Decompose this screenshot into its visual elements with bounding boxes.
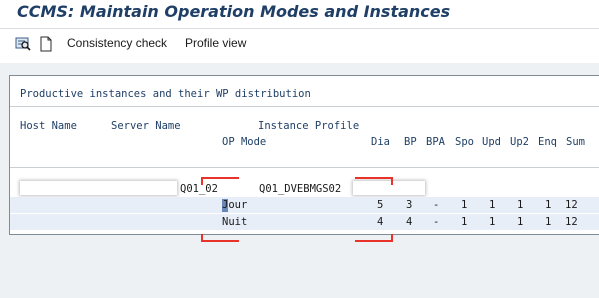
profile-view-button[interactable]: Profile view bbox=[185, 36, 246, 50]
op-mode-up2: 1 bbox=[517, 199, 524, 211]
op-mode-upd: 1 bbox=[489, 199, 496, 211]
op-mode-dia: 4 bbox=[377, 216, 384, 228]
op-mode-up2: 1 bbox=[517, 216, 524, 228]
column-up2: Up2 bbox=[510, 136, 529, 148]
title-bar: CCMS: Maintain Operation Modes and Insta… bbox=[0, 0, 599, 29]
column-upd: Upd bbox=[482, 136, 501, 148]
op-mode-upd: 1 bbox=[489, 216, 496, 228]
op-mode-enq: 1 bbox=[545, 199, 552, 211]
column-op-mode: OP Mode bbox=[222, 136, 267, 148]
op-mode-spo: 1 bbox=[461, 216, 468, 228]
column-enq: Enq bbox=[538, 136, 557, 148]
column-bpa: BPA bbox=[426, 136, 445, 148]
column-server-name: Server Name bbox=[111, 120, 181, 132]
section-heading: Productive instances and their WP distri… bbox=[20, 88, 311, 100]
op-mode-bpa: - bbox=[433, 199, 440, 211]
op-mode-dia: 5 bbox=[377, 199, 384, 211]
instance-profile-name[interactable]: Q01_DVEBMGS02 bbox=[259, 183, 341, 195]
table-row[interactable] bbox=[10, 214, 599, 230]
op-mode-bpa: - bbox=[433, 216, 440, 228]
new-document-icon[interactable] bbox=[38, 36, 54, 52]
search-config-icon[interactable] bbox=[15, 36, 31, 52]
op-mode-enq: 1 bbox=[545, 216, 552, 228]
column-instance-profile: Instance Profile bbox=[258, 120, 360, 132]
redacted-profile-suffix bbox=[353, 181, 425, 195]
op-mode-sum: 12 bbox=[565, 199, 578, 211]
divider bbox=[10, 106, 599, 107]
op-mode-spo: 1 bbox=[461, 199, 468, 211]
page-title: CCMS: Maintain Operation Modes and Insta… bbox=[17, 2, 451, 21]
op-mode-bp: 4 bbox=[406, 216, 413, 228]
column-spo: Spo bbox=[455, 136, 474, 148]
column-host-name: Host Name bbox=[20, 120, 77, 132]
redacted-host-name bbox=[20, 181, 177, 195]
table-row[interactable] bbox=[10, 197, 599, 213]
consistency-check-button[interactable]: Consistency check bbox=[67, 36, 167, 50]
op-mode-bp: 3 bbox=[406, 199, 413, 211]
column-dia: Dia bbox=[371, 136, 390, 148]
op-mode-sum: 12 bbox=[565, 216, 578, 228]
op-mode-name[interactable]: Nuit bbox=[222, 216, 247, 228]
op-mode-name[interactable]: Jour bbox=[222, 199, 247, 211]
column-bp: BP bbox=[404, 136, 417, 148]
instance-server-name[interactable]: Q01_02 bbox=[180, 183, 218, 195]
column-sum: Sum bbox=[566, 136, 585, 148]
divider bbox=[10, 167, 599, 168]
